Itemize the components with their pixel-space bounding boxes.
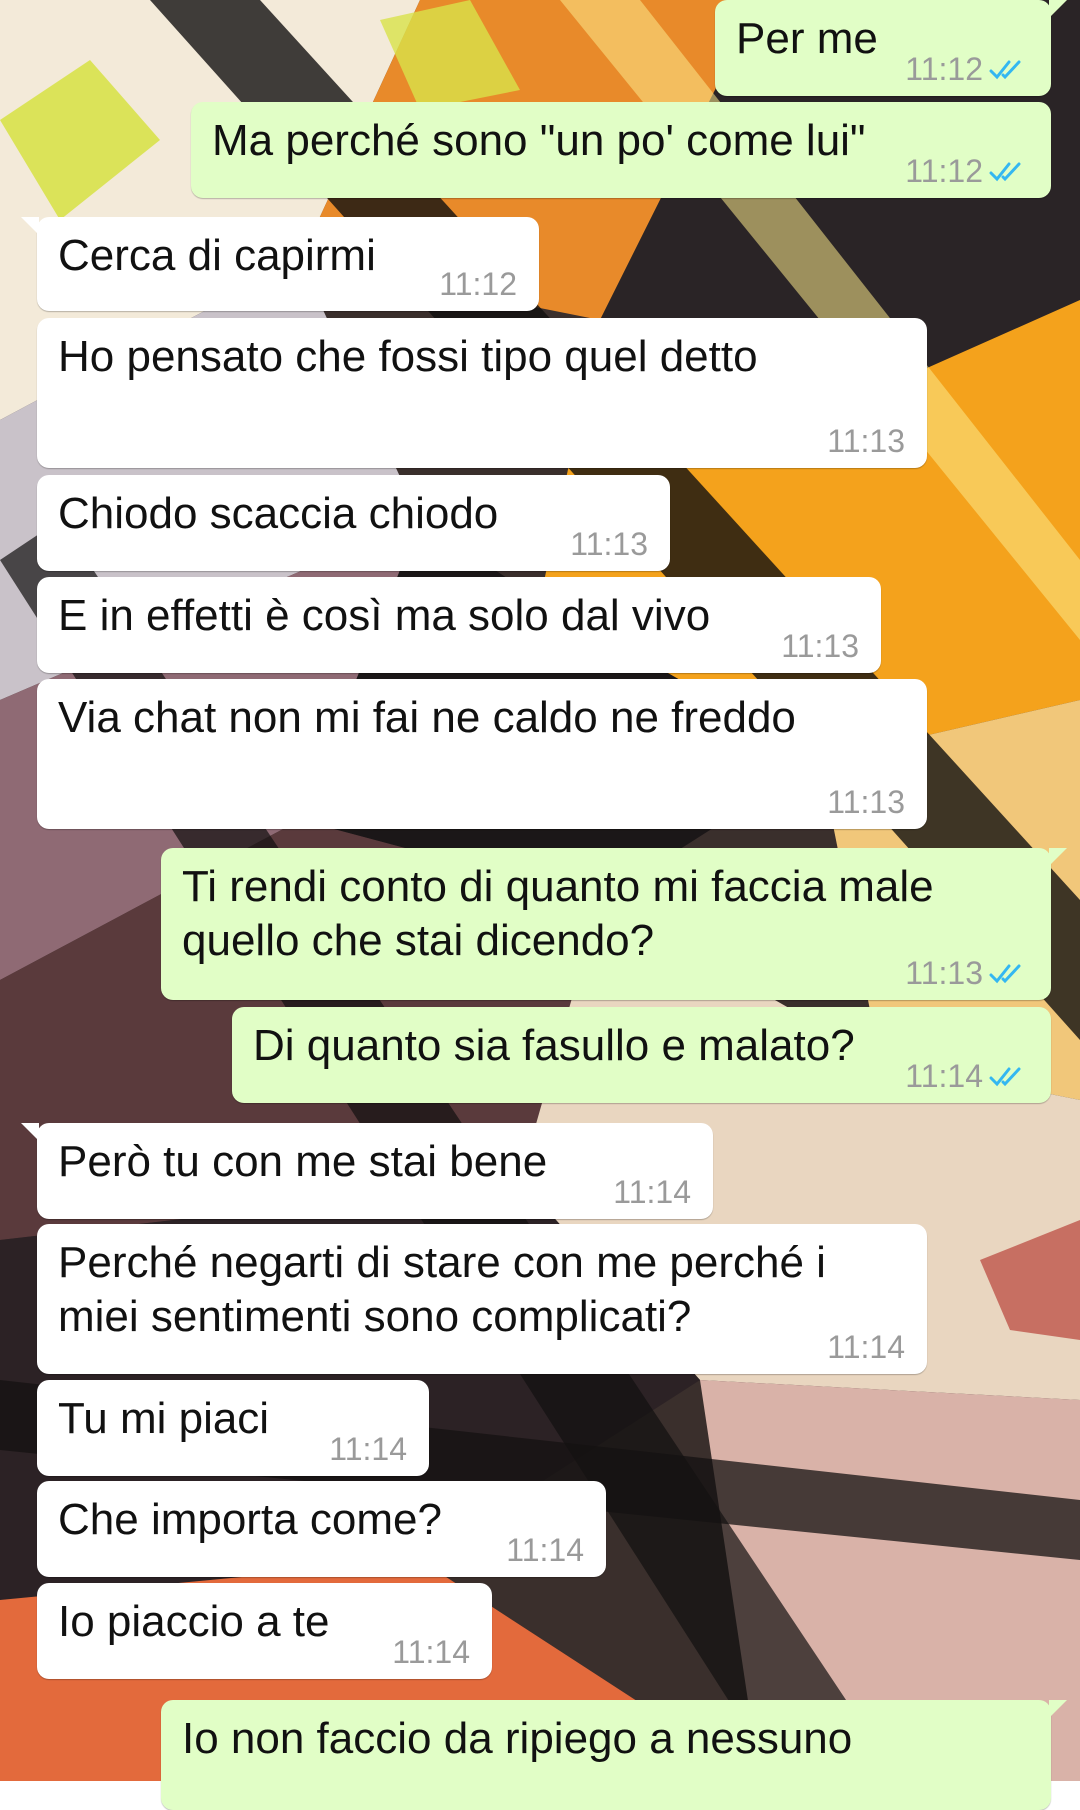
outgoing-message-bubble[interactable]: Ti rendi conto di quanto mi faccia male … (161, 848, 1067, 1000)
message-text: Di quanto sia fasullo e malato? (253, 1021, 855, 1070)
bubble-tail (21, 1123, 39, 1141)
message-text: Cerca di capirmi (58, 231, 376, 280)
message-meta: 11:13 (570, 526, 648, 562)
incoming-message-bubble[interactable]: Ho pensato che fossi tipo quel detto 11:1… (37, 318, 927, 468)
message-meta: 11:12 (905, 153, 1029, 189)
message-time: 11:14 (392, 1634, 470, 1670)
message-meta: 11:14 (329, 1431, 407, 1467)
message-text: Io non faccio da ripiego a nessuno (182, 1714, 853, 1763)
message-text: Ti rendi conto di quanto mi faccia male … (182, 862, 946, 965)
message-time: 11:13 (905, 955, 983, 991)
message-time: 11:13 (570, 526, 648, 562)
message-meta: 11:14 (392, 1634, 470, 1670)
bubble-tail (21, 217, 39, 235)
message-text: Però tu con me stai bene (58, 1137, 548, 1186)
message-time: 11:12 (905, 51, 983, 87)
incoming-message-bubble[interactable]: Via chat non mi fai ne caldo ne freddo 11… (37, 679, 927, 829)
message-text: Che importa come? (58, 1495, 442, 1544)
message-time: 11:12 (905, 153, 983, 189)
message-meta: 11:12 (905, 51, 1029, 87)
message-meta: 11:14 (827, 1329, 905, 1365)
message-list[interactable]: Per me 11:12 Ma perché sono "un po' come l… (0, 0, 1080, 1810)
bubble-tail (1049, 0, 1067, 18)
incoming-message-bubble[interactable]: E in effetti è così ma solo dal vivo 11:1… (37, 577, 881, 673)
message-text: Tu mi piaci (58, 1394, 270, 1443)
incoming-message-bubble[interactable]: Chiodo scaccia chiodo 11:13 (37, 475, 670, 571)
message-text: E in effetti è così ma solo dal vivo (58, 591, 711, 640)
outgoing-message-bubble[interactable]: Di quanto sia fasullo e malato? 11:14 (232, 1007, 1051, 1103)
message-time: 11:14 (329, 1431, 407, 1467)
message-time: 11:14 (827, 1329, 905, 1365)
message-meta: 11:13 (781, 628, 859, 664)
message-text: Per me (736, 14, 878, 63)
message-text: Io piaccio a te (58, 1597, 330, 1646)
message-text: Ho pensato che fossi tipo quel detto (58, 332, 758, 381)
message-text: Chiodo scaccia chiodo (58, 489, 499, 538)
message-meta: 11:12 (439, 266, 517, 302)
read-double-tick-icon (989, 162, 1021, 182)
message-text: Perché negarti di stare con me perché i … (58, 1238, 839, 1341)
message-time: 11:13 (781, 628, 859, 664)
incoming-message-bubble[interactable]: Che importa come? 11:14 (37, 1481, 606, 1577)
message-text: Via chat non mi fai ne caldo ne freddo (58, 693, 796, 742)
read-double-tick-icon (989, 60, 1021, 80)
message-meta: 11:14 (506, 1532, 584, 1568)
message-time: 11:14 (506, 1532, 584, 1568)
outgoing-message-bubble[interactable]: Io non faccio da ripiego a nessuno (161, 1700, 1067, 1810)
bubble-tail (1049, 848, 1067, 866)
message-time: 11:13 (827, 423, 905, 459)
message-meta: 11:14 (613, 1174, 691, 1210)
message-meta: 11:13 (827, 784, 905, 820)
message-meta: 11:14 (905, 1058, 1029, 1094)
message-time: 11:13 (827, 784, 905, 820)
outgoing-message-bubble[interactable]: Ma perché sono "un po' come lui" 11:12 (191, 102, 1051, 198)
incoming-message-bubble[interactable]: Cerca di capirmi 11:12 (21, 217, 539, 311)
incoming-message-bubble[interactable]: Io piaccio a te 11:14 (37, 1583, 492, 1679)
bubble-tail (1049, 1700, 1067, 1718)
incoming-message-bubble[interactable]: Però tu con me stai bene 11:14 (21, 1123, 713, 1219)
incoming-message-bubble[interactable]: Perché negarti di stare con me perché i … (37, 1224, 927, 1374)
message-time: 11:14 (905, 1058, 983, 1094)
message-time: 11:12 (439, 266, 517, 302)
message-meta: 11:13 (905, 955, 1029, 991)
incoming-message-bubble[interactable]: Tu mi piaci 11:14 (37, 1380, 429, 1476)
message-time: 11:14 (613, 1174, 691, 1210)
read-double-tick-icon (989, 1067, 1021, 1087)
message-text: Ma perché sono "un po' come lui" (212, 116, 866, 165)
read-double-tick-icon (989, 964, 1021, 984)
message-meta: 11:13 (827, 423, 905, 459)
outgoing-message-bubble[interactable]: Per me 11:12 (715, 0, 1067, 96)
